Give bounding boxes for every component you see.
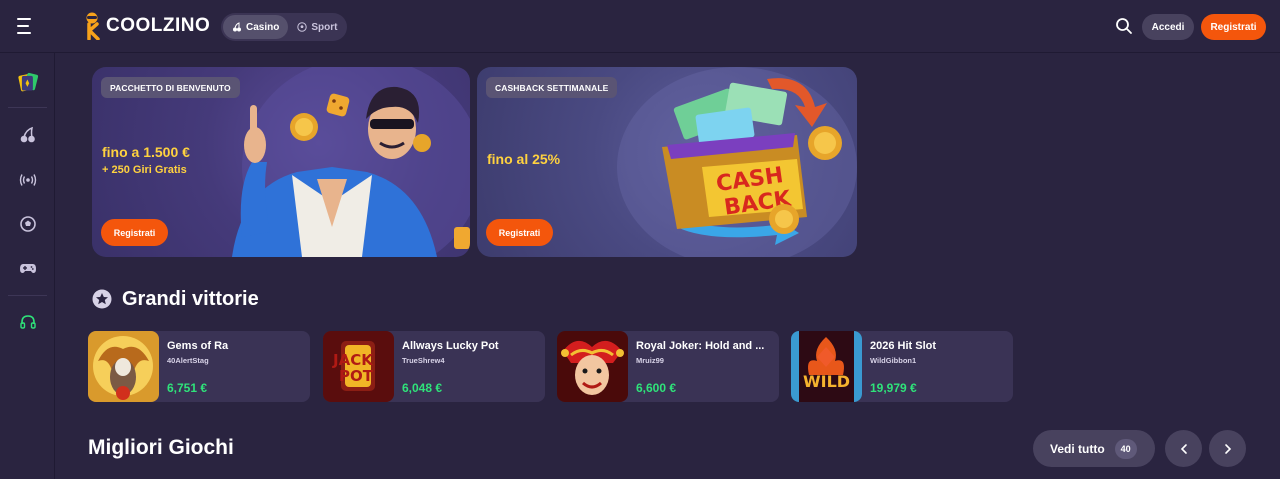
broadcast-icon [19, 174, 36, 186]
sidebar-item-support[interactable] [0, 307, 55, 337]
brand-logo[interactable]: COOLZINO [80, 11, 210, 41]
cards-icon [17, 72, 38, 92]
promo-tag: CASHBACK SETTIMANALE [486, 77, 618, 98]
win-amount: 6,751 € [167, 381, 208, 395]
thumb-text-line2: POT [339, 367, 374, 385]
sidebar-item-games[interactable] [0, 253, 55, 283]
next-button[interactable] [1209, 430, 1246, 467]
promo-card-cashback[interactable]: CASH BACK CASHBACK SETTIMANALE fino al 2… [477, 67, 857, 257]
see-all-button[interactable]: Vedi tutto 40 [1033, 430, 1155, 467]
win-amount: 19,979 € [870, 381, 917, 395]
promo-card-welcome[interactable]: PACCHETTO DI BENVENUTO fino a 1.500 € + … [92, 67, 470, 257]
casino-sport-switch: Casino Sport [221, 13, 347, 41]
win-username: 40AlertStag [167, 356, 209, 365]
promo-tag: PACCHETTO DI BENVENUTO [101, 77, 240, 98]
promo-amount: fino a 1.500 € [102, 144, 190, 160]
soccer-ball-icon [297, 22, 308, 32]
hamburger-menu-icon[interactable] [17, 18, 37, 34]
big-wins-title: Grandi vittorie [122, 288, 259, 310]
promo-register-button[interactable]: Registrati [486, 219, 553, 246]
headset-icon [19, 315, 36, 329]
logo-text: COOLZINO [106, 15, 211, 36]
win-game-name: Royal Joker: Hold and ... [636, 340, 765, 352]
gems-of-ra-thumbnail-icon [88, 331, 159, 402]
search-icon[interactable] [1115, 17, 1133, 35]
promo-free-spins: + 250 Giri Gratis [102, 164, 187, 176]
tab-sport-label: Sport [311, 21, 338, 33]
win-username: Mruiz99 [636, 356, 664, 365]
login-button[interactable]: Accedi [1142, 14, 1194, 40]
star-icon [92, 289, 112, 309]
win-card[interactable]: JACK POT Allways Lucky Pot TrueShrew4 6,… [323, 331, 545, 402]
tab-casino[interactable]: Casino [223, 15, 289, 39]
top-header: COOLZINO Casino Sport Accedi Registrati [0, 0, 1280, 53]
win-card[interactable]: Gems of Ra 40AlertStag 6,751 € [88, 331, 310, 402]
win-username: TrueShrew4 [402, 356, 445, 365]
best-games-title: Migliori Giochi [88, 436, 234, 459]
soccer-ball-icon [19, 216, 36, 232]
register-button[interactable]: Registrati [1201, 14, 1266, 40]
win-game-name: 2026 Hit Slot [870, 340, 937, 352]
games-count-badge: 40 [1114, 438, 1137, 459]
2026-hit-slot-thumbnail-icon: WILD [791, 331, 862, 402]
cherry-icon [20, 126, 35, 143]
royal-joker-thumbnail-icon [557, 331, 628, 402]
sidebar-item-live[interactable] [0, 165, 55, 195]
see-all-label: Vedi tutto [1050, 441, 1105, 456]
thumb-text-line1: WILD [803, 372, 850, 391]
promo-cashback-amount: fino al 25% [487, 151, 561, 167]
win-card[interactable]: Royal Joker: Hold and ... Mruiz99 6,600 … [557, 331, 779, 402]
win-username: WildGibbon1 [870, 356, 917, 365]
sidebar-item-promotions[interactable] [0, 67, 55, 97]
previous-button[interactable] [1165, 430, 1202, 467]
win-game-name: Allways Lucky Pot [402, 340, 499, 352]
chevron-right-icon [1224, 443, 1231, 454]
gamepad-icon [19, 264, 36, 273]
sidebar-item-casino[interactable] [0, 120, 55, 150]
win-game-name: Gems of Ra [167, 340, 229, 352]
left-sidebar [0, 53, 55, 479]
win-amount: 6,048 € [402, 381, 443, 395]
tab-casino-label: Casino [246, 21, 280, 33]
win-card[interactable]: WILD 2026 Hit Slot WildGibbon1 19,979 € [791, 331, 1013, 402]
main-content: PACCHETTO DI BENVENUTO fino a 1.500 € + … [55, 53, 1280, 479]
sidebar-item-sport[interactable] [0, 209, 55, 239]
allways-lucky-pot-thumbnail-icon: JACK POT [323, 331, 394, 402]
promo-register-button[interactable]: Registrati [101, 219, 168, 246]
tab-sport[interactable]: Sport [288, 15, 346, 39]
chevron-left-icon [1180, 443, 1187, 454]
logo-mascot-icon [86, 12, 100, 40]
cherry-icon [233, 22, 241, 32]
win-amount: 6,600 € [636, 381, 677, 395]
